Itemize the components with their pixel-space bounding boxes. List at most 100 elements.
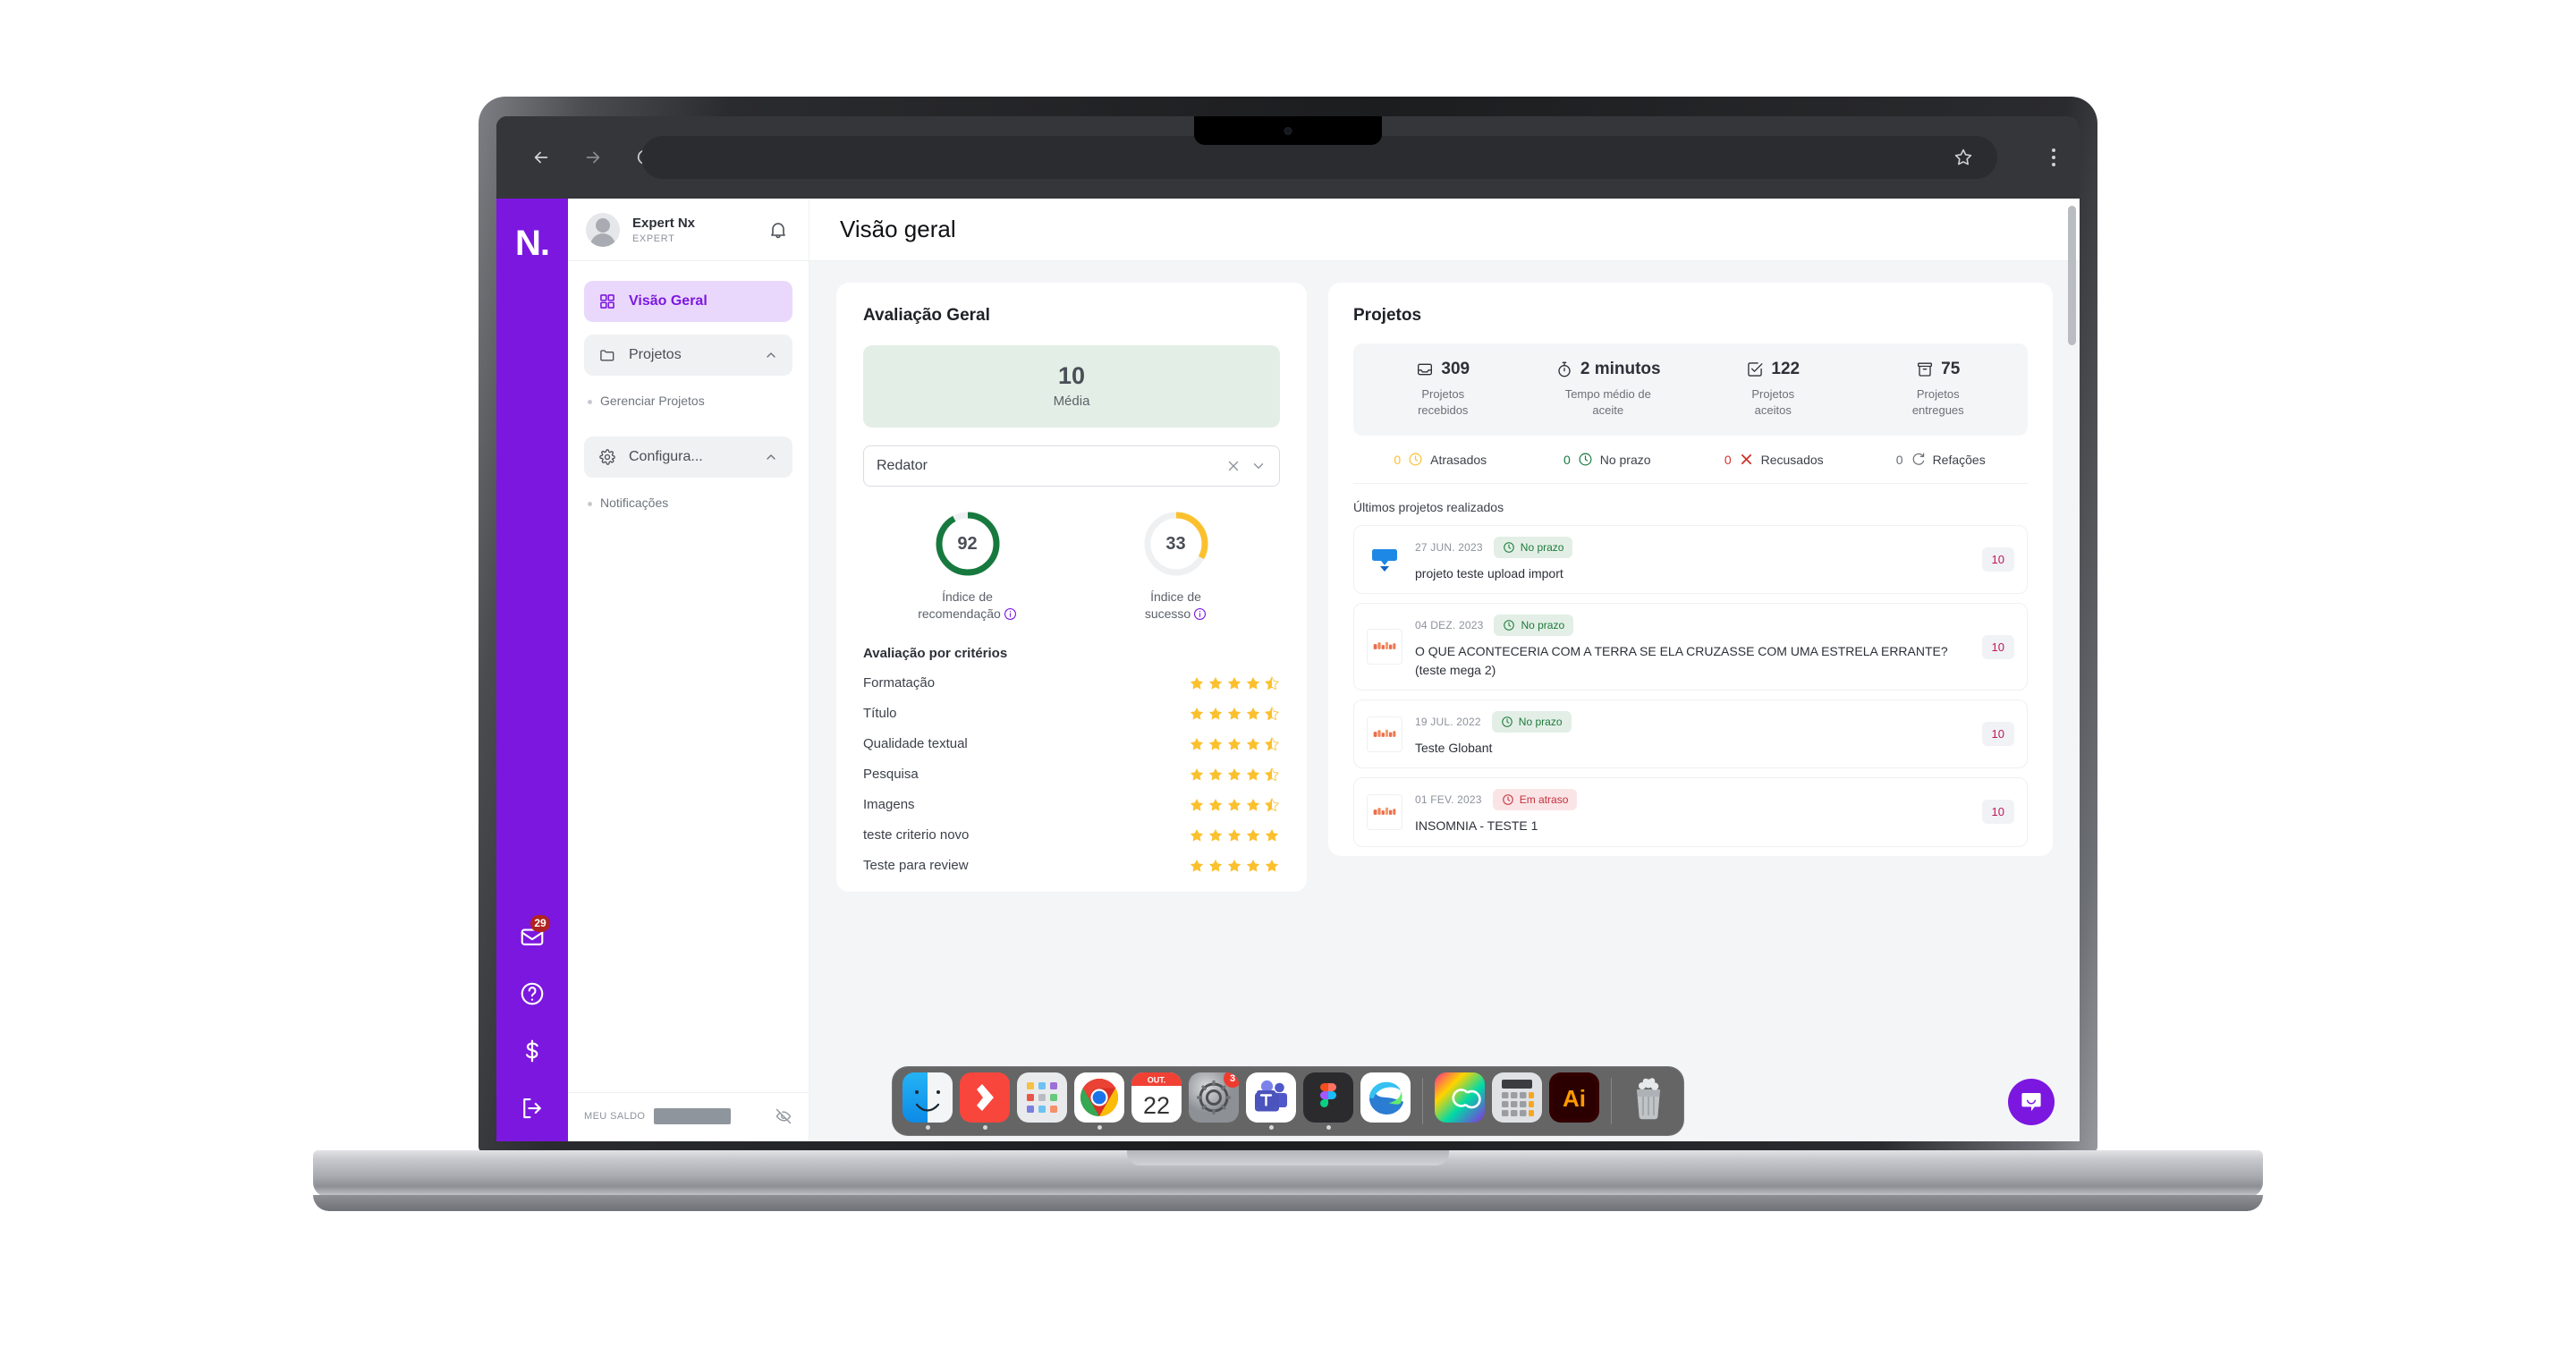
sidebar-item-gerenciar-projetos[interactable]: Gerenciar Projetos: [584, 388, 792, 413]
sidebar-item-notificacoes[interactable]: Notificações: [584, 490, 792, 515]
project-list-item[interactable]: 01 FEV. 2023 Em atraso INSOMNIA - TESTE 1 1…: [1353, 777, 2028, 847]
status-label: Recusados: [1760, 452, 1824, 467]
figma-icon: [1303, 1072, 1353, 1123]
criteria-stars: [1189, 736, 1280, 752]
project-body: 04 DEZ. 2023 No prazo O QUE ACONTECERIA CO…: [1415, 614, 1970, 679]
chat-bubble-icon[interactable]: [2008, 1079, 2055, 1125]
project-body: 27 JUN. 2023 No prazo projeto teste upload…: [1415, 537, 1970, 582]
archive-icon: [1916, 360, 1934, 378]
stat-archive: 75 Projetos entregues: [1856, 360, 2021, 418]
dock-item-calendar[interactable]: OUT. 22: [1131, 1072, 1182, 1130]
status-count: 0: [1394, 452, 1402, 467]
back-button[interactable]: [521, 138, 561, 177]
sidebar-item-projetos[interactable]: Projetos: [584, 335, 792, 376]
dock-item-edge[interactable]: [1360, 1072, 1411, 1130]
project-name: O QUE ACONTECERIA COM A TERRA SE ELA CRU…: [1415, 644, 1948, 677]
stat-stopwatch: 2 minutos Tempo médio de aceite: [1526, 360, 1691, 418]
project-date: 27 JUN. 2023: [1415, 541, 1483, 555]
stat-check-square: 122 Projetos aceitos: [1690, 360, 1856, 418]
dock-item-system-settings[interactable]: 3: [1188, 1072, 1240, 1130]
evaluation-card: Avaliação Geral 10 Média Redator 92 Índi…: [836, 283, 1307, 892]
info-icon[interactable]: [1193, 607, 1207, 621]
sidebar-item-configuracoes[interactable]: Configura...: [584, 436, 792, 478]
laptop-base: [313, 1150, 2263, 1197]
folder-icon: [598, 346, 616, 364]
stat-value: 2 minutos: [1580, 360, 1661, 378]
criteria-name: Imagens: [863, 797, 915, 813]
dock-item-calculator[interactable]: [1491, 1072, 1543, 1130]
status-count: 0: [1724, 452, 1732, 467]
criteria-row: Qualidade textual: [863, 736, 1280, 752]
projects-card-title: Projetos: [1353, 306, 1422, 325]
page-scrollbar[interactable]: [2068, 206, 2076, 345]
dock-item-launchpad[interactable]: [1016, 1072, 1068, 1130]
stat-label: Tempo médio de aceite: [1526, 386, 1691, 418]
criteria-name: teste criterio novo: [863, 827, 970, 843]
dock-item-figma[interactable]: [1302, 1072, 1354, 1130]
status-count: 0: [1563, 452, 1571, 467]
dollar-icon[interactable]: [519, 1038, 546, 1064]
dock-item-teams[interactable]: [1245, 1072, 1297, 1130]
criteria-name: Qualidade textual: [863, 736, 968, 752]
stat-label-line1: Projetos: [1421, 387, 1465, 401]
help-icon[interactable]: [519, 980, 546, 1007]
projects-stats: 309 Projetos recebidos 2 minutos Tempo médio…: [1353, 343, 2028, 436]
stat-label-line2: recebidos: [1418, 403, 1469, 417]
edge-icon: [1360, 1072, 1411, 1123]
chevron-down-icon[interactable]: [1250, 458, 1267, 474]
user-name: Expert Nx: [632, 215, 696, 231]
status-no-prazo: 0 No prazo: [1524, 452, 1691, 467]
info-icon[interactable]: [1004, 607, 1017, 621]
eye-off-icon[interactable]: [775, 1107, 792, 1125]
page-header: Visão geral: [809, 199, 2080, 261]
project-list-item[interactable]: 27 JUN. 2023 No prazo projeto teste upload…: [1353, 525, 2028, 595]
gauge-label: Índice de sucesso: [1145, 589, 1207, 623]
inbox-icon: [1416, 360, 1434, 378]
dock-badge: 3: [1224, 1072, 1239, 1088]
user-role: EXPERT: [632, 233, 675, 244]
dock-item-illustrator[interactable]: Ai: [1548, 1072, 1600, 1130]
svg-text:Ai: Ai: [1563, 1085, 1586, 1112]
dock-item-chrome[interactable]: [1073, 1072, 1125, 1130]
user-info: Expert Nx EXPERT: [632, 216, 695, 244]
close-icon[interactable]: [1225, 458, 1241, 474]
stat-label-line2: aceitos: [1754, 403, 1792, 417]
mail-badge: 29: [530, 915, 550, 932]
browser-menu-icon[interactable]: [2051, 145, 2056, 170]
project-meta: 27 JUN. 2023 No prazo: [1415, 537, 1970, 559]
forward-button[interactable]: [573, 138, 613, 177]
dock-item-creative-cloud[interactable]: [1434, 1072, 1486, 1130]
chevron-up-icon: [764, 450, 778, 464]
logout-icon[interactable]: [519, 1095, 546, 1122]
project-list-item[interactable]: 04 DEZ. 2023 No prazo O QUE ACONTECERIA CO…: [1353, 603, 2028, 691]
recent-projects-title: Últimos projetos realizados: [1353, 500, 1504, 515]
criteria-name: Teste para review: [863, 858, 969, 874]
projects-statuses: 0 Atrasados 0 No prazo 0 Recusados 0 Refações: [1353, 436, 2028, 485]
dock-item-finder[interactable]: [902, 1072, 953, 1130]
criteria-list: Formatação Título Qualidade textual Pesquis…: [863, 675, 1280, 874]
icon-rail: N. 29: [496, 199, 568, 1141]
evaluation-card-title: Avaliação Geral: [863, 306, 990, 325]
balance-label: MEU SALDO: [584, 1111, 646, 1122]
sidebar-item-visao-geral[interactable]: Visão Geral: [584, 281, 792, 322]
bell-icon[interactable]: [767, 219, 789, 241]
dock-item-things[interactable]: [959, 1072, 1011, 1130]
user-row[interactable]: Expert Nx EXPERT: [568, 199, 809, 261]
chrome-icon: [1074, 1072, 1124, 1123]
gear-icon: [598, 448, 616, 466]
dock-item-trash[interactable]: [1623, 1072, 1674, 1130]
criteria-stars: [1189, 827, 1280, 843]
status-badge-label: Em atraso: [1519, 793, 1569, 807]
running-indicator: [1268, 1125, 1274, 1130]
status-label: Atrasados: [1430, 452, 1487, 467]
mail-icon[interactable]: 29: [519, 915, 550, 950]
stopwatch-icon: [1555, 360, 1573, 378]
role-select[interactable]: Redator: [863, 445, 1280, 487]
calendar-icon: OUT. 22: [1131, 1072, 1182, 1123]
calculator-icon: [1492, 1072, 1542, 1123]
running-indicator: [1097, 1125, 1102, 1130]
status-badge-label: No prazo: [1521, 619, 1565, 632]
rail-bottom-icons: 29: [496, 915, 568, 1122]
project-list-item[interactable]: 19 JUL. 2022 No prazo Teste Globant 10: [1353, 699, 2028, 769]
bookmark-star-icon[interactable]: [1953, 147, 1974, 168]
